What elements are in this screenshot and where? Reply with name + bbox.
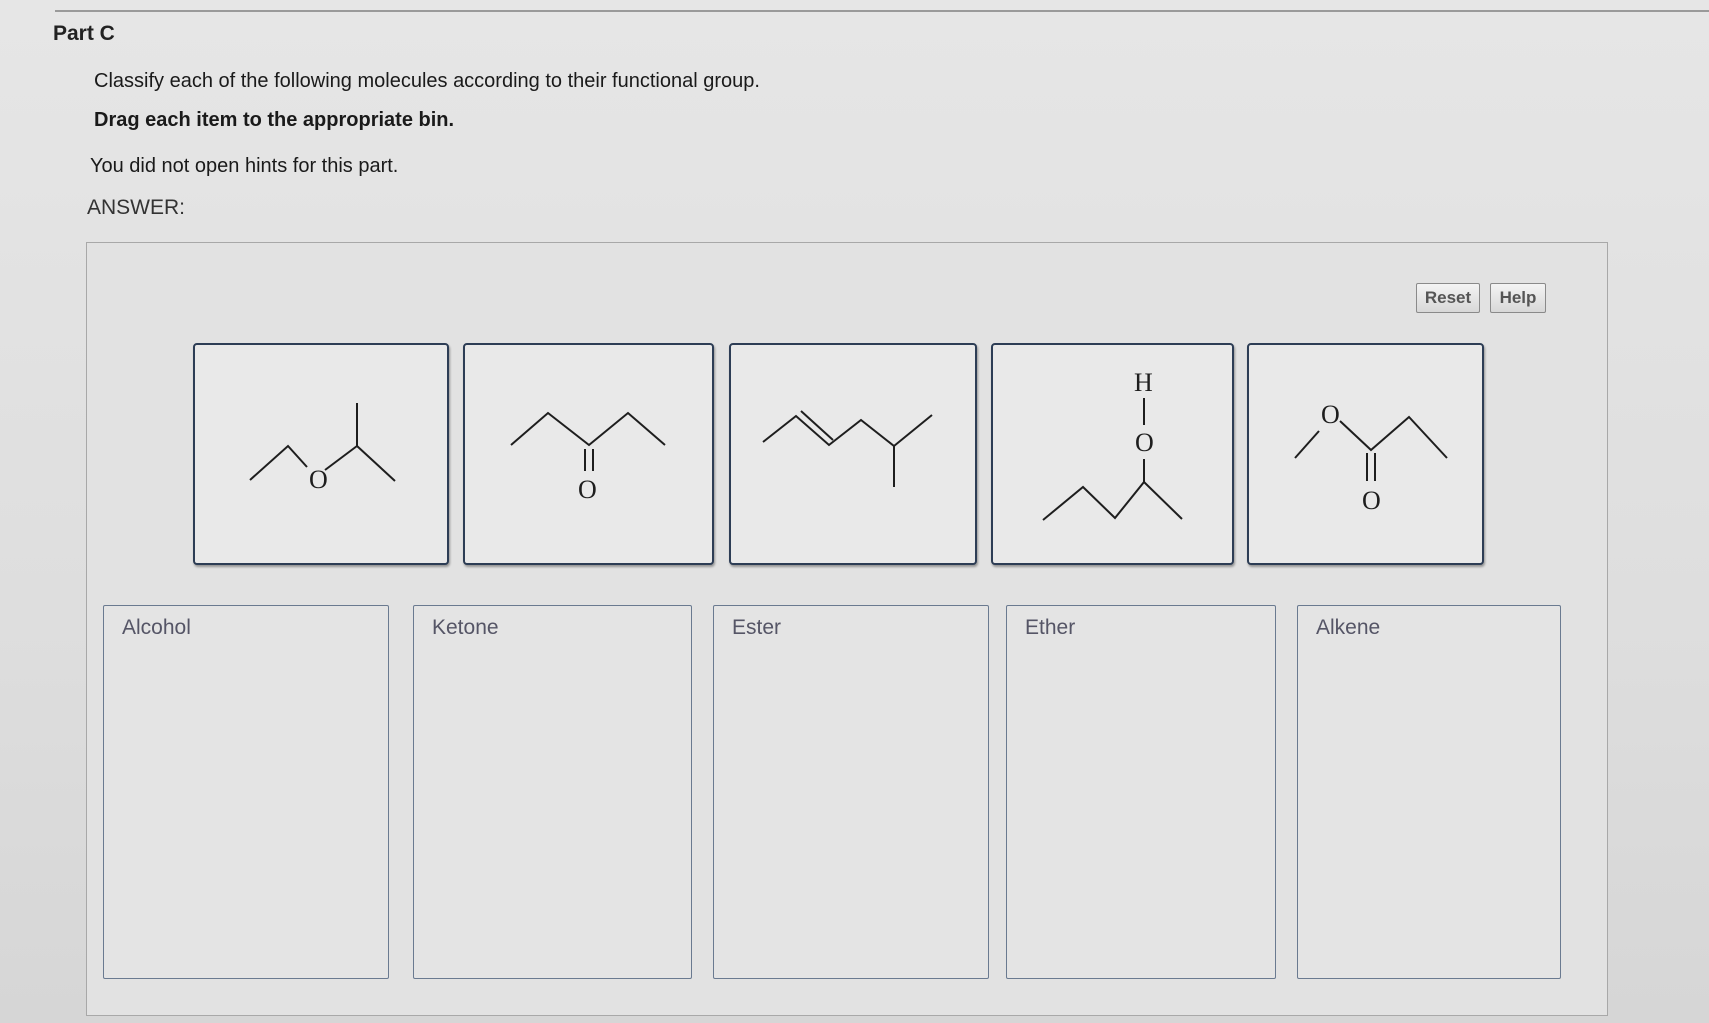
help-button[interactable]: Help (1490, 283, 1546, 313)
molecule-tile-3[interactable] (729, 343, 977, 565)
atom-label: O (1321, 400, 1340, 429)
screen: Part C Classify each of the following mo… (0, 0, 1709, 1023)
bin-label: Alkene (1316, 616, 1381, 639)
molecule-structure (762, 410, 933, 487)
answer-label: ANSWER: (87, 196, 186, 219)
part-title: Part C (53, 22, 115, 45)
bond (324, 445, 358, 471)
bin-ketone[interactable]: Ketone (413, 605, 692, 979)
bin-alcohol[interactable]: Alcohol (103, 605, 389, 979)
molecule-tile-5[interactable]: O O (1247, 343, 1484, 565)
bond (1294, 430, 1320, 459)
molecule-structure: O (249, 403, 396, 494)
carbon-chain (1042, 480, 1183, 521)
carbon-chain (762, 414, 933, 448)
atom-label: O (1135, 428, 1154, 457)
molecule-tile-4[interactable]: H O (991, 343, 1234, 565)
atom-label: O (578, 475, 597, 504)
bin-label: Alcohol (122, 616, 191, 639)
reset-button[interactable]: Reset (1416, 283, 1480, 313)
instruction-text: Classify each of the following molecules… (94, 70, 760, 92)
bin-alkene[interactable]: Alkene (1297, 605, 1561, 979)
hints-status: You did not open hints for this part. (90, 155, 399, 177)
molecule-structure: H O (1042, 368, 1183, 521)
atom-label: O (1362, 486, 1381, 515)
carbon-chain (510, 411, 666, 447)
molecule-tile-1[interactable]: O (193, 343, 449, 565)
carbon-chain (249, 444, 308, 481)
molecule-structure: O O (1294, 400, 1448, 515)
divider (55, 10, 1709, 12)
bin-label: Ketone (432, 616, 499, 639)
bin-ether[interactable]: Ether (1006, 605, 1276, 979)
molecule-structure: O (510, 411, 666, 504)
drag-instruction: Drag each item to the appropriate bin. (94, 109, 455, 131)
bond (356, 445, 396, 482)
bin-label: Ether (1025, 616, 1076, 639)
atom-label: H (1134, 368, 1153, 397)
atom-label: O (309, 465, 328, 494)
carbon-chain (1339, 415, 1448, 459)
molecule-tile-2[interactable]: O (463, 343, 714, 565)
bin-ester[interactable]: Ester (713, 605, 989, 979)
bin-label: Ester (732, 616, 782, 639)
